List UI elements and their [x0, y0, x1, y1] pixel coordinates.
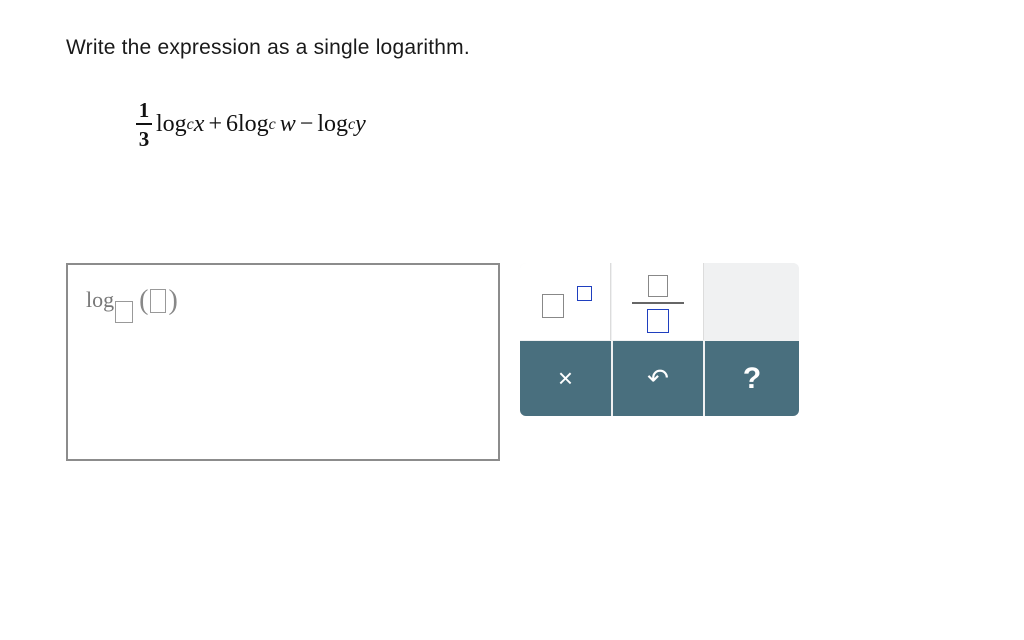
- log-base-2: c: [268, 115, 276, 133]
- fraction-numerator: 1: [138, 98, 150, 122]
- math-keypad: × ↶ ?: [520, 263, 799, 416]
- open-paren: (: [139, 285, 149, 316]
- log-function-3: log: [317, 111, 348, 137]
- answer-log-function: log: [86, 287, 115, 312]
- superscript-icon: [542, 294, 564, 318]
- clear-button[interactable]: ×: [520, 341, 611, 416]
- log-base-1: c: [186, 115, 194, 133]
- log-argument-2: w: [279, 111, 296, 137]
- fraction-bar: [136, 123, 152, 125]
- fraction-icon: [648, 275, 668, 297]
- fraction-icon-denominator: [647, 309, 669, 333]
- help-icon: ?: [742, 361, 762, 395]
- superscript-exponent-box: [577, 286, 592, 301]
- log-function-2: log: [237, 111, 269, 137]
- close-paren: ): [168, 285, 178, 316]
- log-function-1: log: [156, 111, 187, 137]
- undo-button[interactable]: ↶: [613, 341, 703, 416]
- fraction-button[interactable]: [612, 263, 704, 340]
- question-prompt: Write the expression as a single logarit…: [66, 36, 470, 59]
- answer-base-slot[interactable]: [115, 301, 134, 323]
- answer-argument-group: ( ): [139, 287, 178, 315]
- answer-argument-slot[interactable]: [150, 289, 167, 313]
- coefficient-fraction: 1 3: [136, 98, 152, 151]
- undo-icon: ↶: [647, 363, 669, 393]
- log-argument-1: x: [193, 111, 205, 137]
- term2-coefficient: 6: [225, 111, 238, 137]
- clear-icon: ×: [557, 363, 574, 393]
- superscript-button[interactable]: [520, 263, 611, 340]
- minus-operator: −: [299, 111, 314, 137]
- plus-operator: +: [208, 111, 222, 137]
- help-button[interactable]: ?: [705, 341, 799, 416]
- fraction-denominator: 3: [138, 127, 150, 151]
- log-argument-3: y: [355, 111, 366, 137]
- answer-log-template[interactable]: log ( ): [86, 287, 178, 323]
- fraction-icon-line: [632, 302, 684, 304]
- keypad-empty-cell: [705, 263, 799, 340]
- answer-input-box[interactable]: log ( ): [66, 263, 500, 461]
- given-expression: 1 3 log c x + 6 log c w − log c y: [136, 98, 366, 151]
